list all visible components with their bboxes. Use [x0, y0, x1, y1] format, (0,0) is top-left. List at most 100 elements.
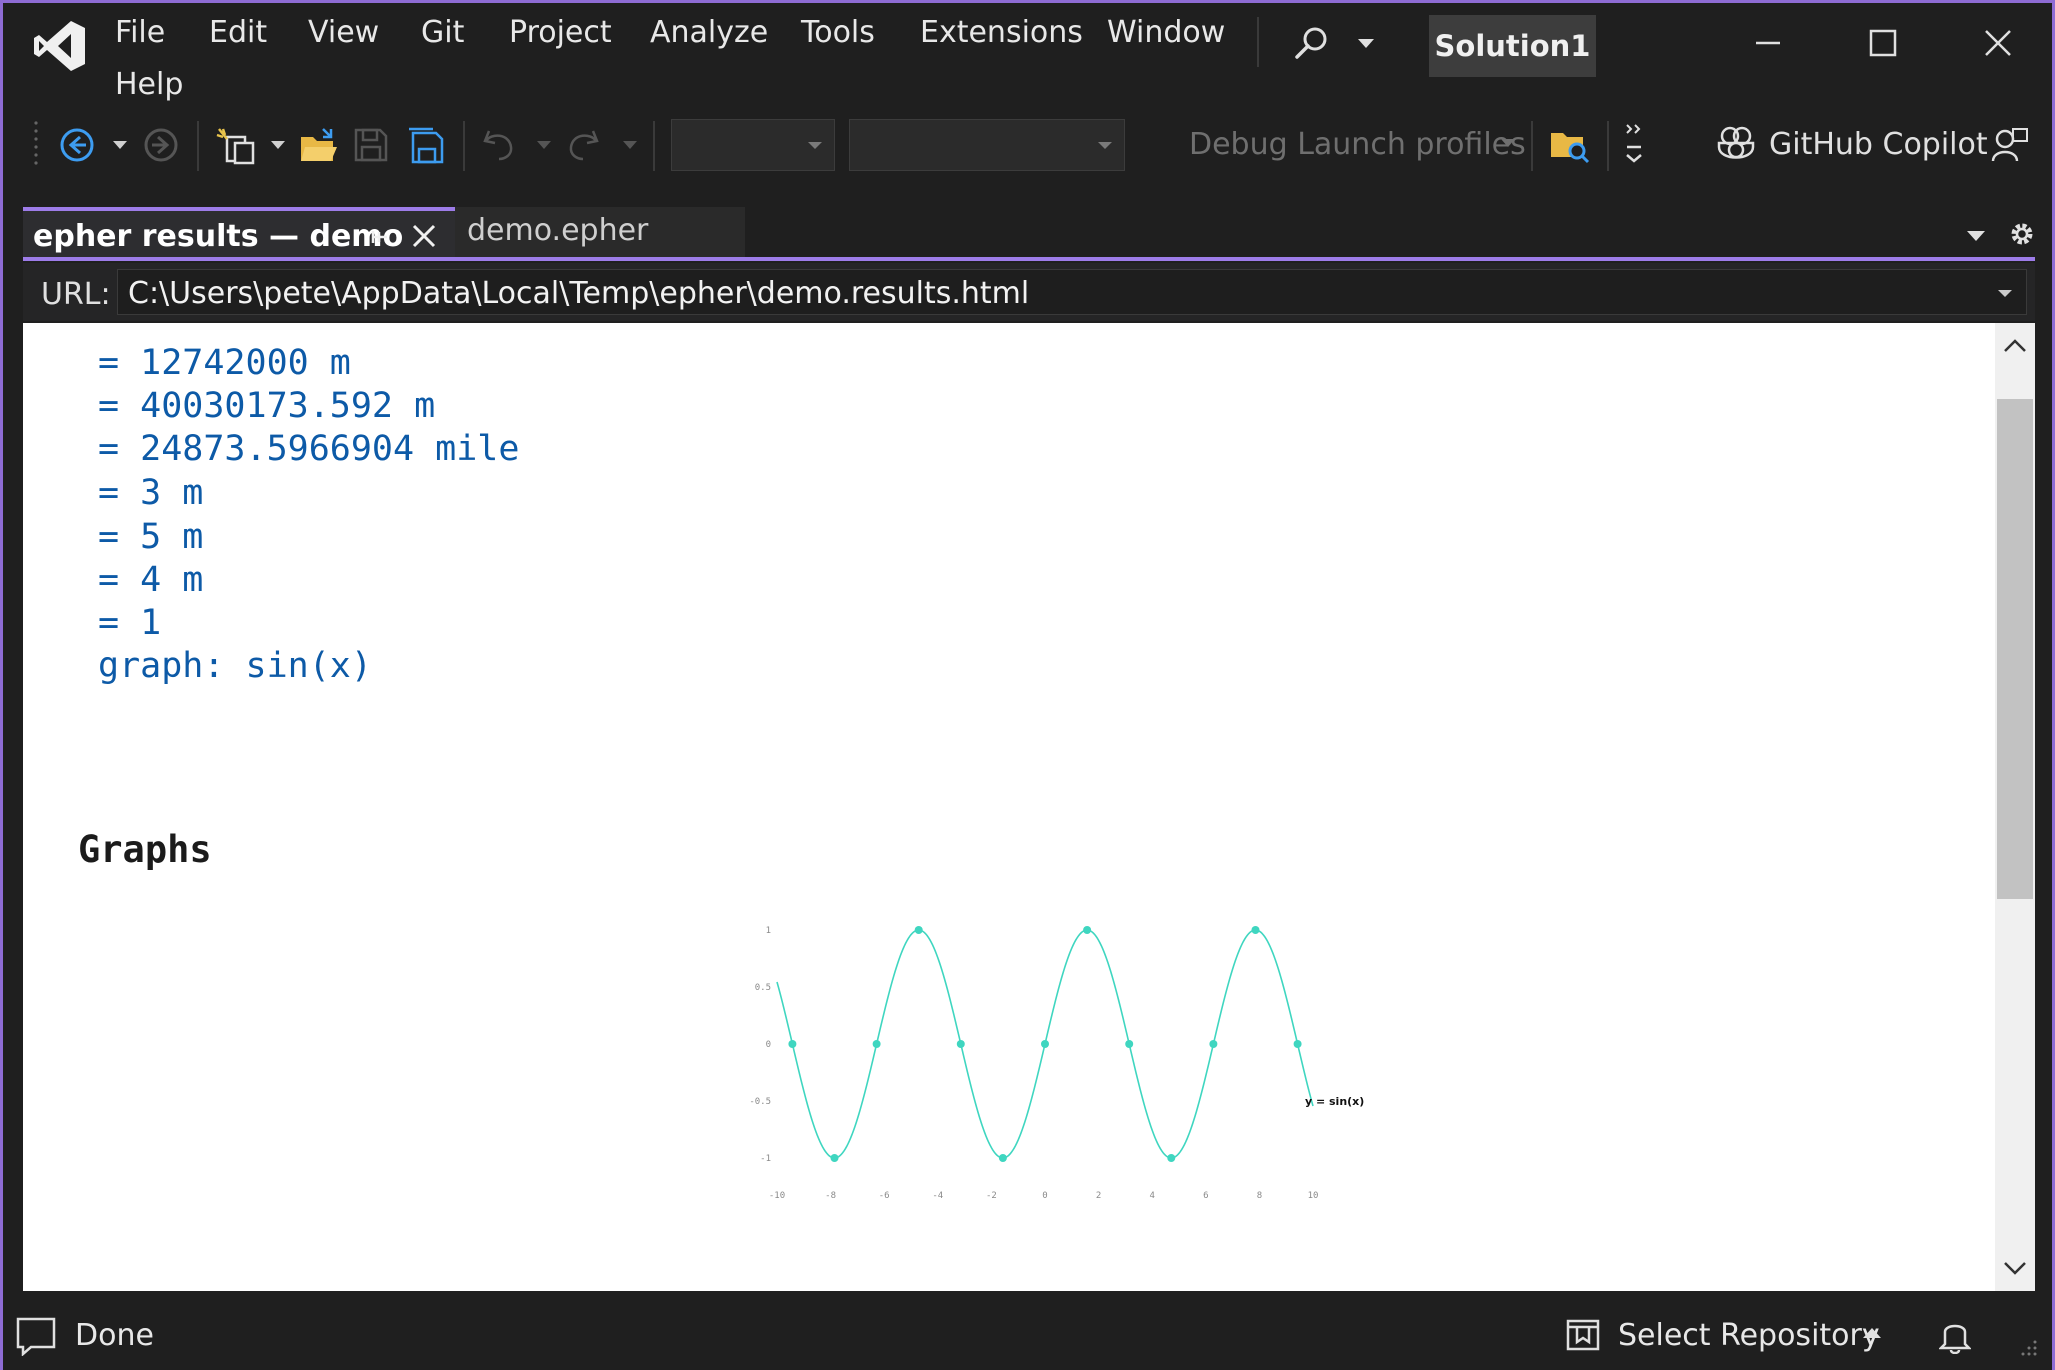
menu-view[interactable]: View	[308, 15, 379, 50]
result-line: = 40030173.592 m	[98, 386, 436, 426]
tab-demo-epher[interactable]: demo.epher	[455, 207, 745, 259]
save-all-icon[interactable]	[407, 127, 445, 165]
data-point	[1125, 1040, 1134, 1048]
data-point	[1209, 1040, 1218, 1048]
menu-extensions[interactable]: Extensions	[920, 15, 1083, 50]
output-status-icon[interactable]	[15, 1316, 57, 1356]
chevron-down-icon[interactable]	[271, 141, 285, 150]
undo-icon[interactable]	[481, 127, 517, 163]
chevron-down-icon[interactable]	[1998, 290, 2012, 297]
new-project-icon[interactable]	[215, 127, 259, 167]
menu-project[interactable]: Project	[509, 15, 612, 50]
chevron-up-icon[interactable]	[1863, 1328, 1881, 1339]
scroll-down-icon[interactable]	[2003, 1261, 2027, 1277]
search-icon[interactable]	[1291, 23, 1331, 63]
x-tick-label: -2	[986, 1191, 997, 1201]
platform-combo[interactable]	[849, 119, 1125, 171]
x-tick-label: 6	[1203, 1191, 1208, 1201]
result-line: = 12742000 m	[98, 343, 351, 383]
tab-accent-line	[23, 257, 2035, 261]
y-tick-label: -1	[760, 1154, 771, 1164]
copilot-icon[interactable]	[1715, 125, 1757, 165]
notifications-bell-icon[interactable]	[1939, 1316, 1971, 1354]
chevron-down-icon	[1098, 142, 1112, 149]
menu-git[interactable]: Git	[421, 15, 464, 50]
result-line: = 3 m	[98, 473, 204, 513]
tab-list-dropdown-icon[interactable]	[1967, 231, 1985, 242]
navigate-back-icon[interactable]	[59, 127, 95, 163]
y-axis-ticks: 1 0.5 0 -0.5 -1	[749, 926, 771, 1164]
url-label: URL:	[41, 277, 111, 312]
debug-launch-profiles-button[interactable]: Debug Launch profiles	[1189, 127, 1526, 162]
tab-label: epher results — demo	[33, 219, 404, 254]
x-tick-label: -6	[879, 1191, 890, 1201]
scrollbar-thumb[interactable]	[1997, 399, 2033, 899]
x-tick-label: -8	[825, 1191, 836, 1201]
legend-label: y = sin(x)	[1305, 1095, 1364, 1108]
url-input[interactable]: C:\Users\pete\AppData\Local\Temp\epher\d…	[117, 269, 2027, 315]
x-tick-label: -10	[769, 1191, 785, 1201]
redo-icon[interactable]	[565, 127, 601, 163]
maximize-icon[interactable]	[1863, 23, 1903, 63]
url-value: C:\Users\pete\AppData\Local\Temp\epher\d…	[128, 276, 1030, 311]
chevron-down-icon[interactable]	[113, 141, 127, 150]
minimize-icon[interactable]	[1748, 23, 1788, 63]
select-repository-button[interactable]: Select Repository	[1618, 1318, 1880, 1353]
data-point	[914, 926, 923, 934]
toolbar-separator	[463, 121, 465, 171]
chevron-down-icon[interactable]	[537, 141, 551, 150]
tab-epher-results[interactable]: epher results — demo	[23, 207, 455, 259]
data-point	[1167, 1154, 1176, 1162]
menu-window[interactable]: Window	[1107, 15, 1225, 50]
status-text: Done	[75, 1318, 154, 1353]
navigate-forward-icon[interactable]	[143, 127, 179, 163]
graphs-heading: Graphs	[78, 828, 212, 871]
result-line: = 5 m	[98, 517, 204, 557]
x-tick-label: 2	[1096, 1191, 1101, 1201]
chevron-down-icon[interactable]	[1358, 39, 1374, 49]
results-browser-view: = 12742000 m = 40030173.592 m = 24873.59…	[23, 323, 1995, 1291]
pin-icon[interactable]	[367, 225, 391, 249]
find-in-files-icon[interactable]	[1549, 125, 1591, 165]
menu-help[interactable]: Help	[115, 67, 183, 102]
close-icon[interactable]	[1978, 23, 2018, 63]
marked-points	[788, 926, 1302, 1162]
save-icon[interactable]	[353, 127, 389, 163]
vertical-scrollbar[interactable]	[1995, 323, 2035, 1291]
data-point	[872, 1040, 881, 1048]
chevron-down-icon[interactable]	[1501, 139, 1515, 148]
toolbar-separator	[1531, 121, 1533, 171]
menu-separator	[1257, 17, 1259, 67]
toolbar-grip-icon[interactable]	[33, 119, 43, 165]
status-bar: Done Select Repository	[3, 1298, 2052, 1370]
toolbar-overflow-icon[interactable]	[1623, 121, 1645, 169]
chevron-down-icon	[808, 142, 822, 149]
solution-name-badge[interactable]: Solution1	[1429, 15, 1596, 77]
x-tick-label: 4	[1149, 1191, 1154, 1201]
data-point	[956, 1040, 965, 1048]
result-line: = 1	[98, 603, 162, 643]
toolbar-separator	[197, 121, 199, 171]
menu-analyze[interactable]: Analyze	[650, 15, 768, 50]
data-point	[1041, 1040, 1049, 1048]
repository-icon[interactable]	[1565, 1316, 1601, 1352]
menu-file[interactable]: File	[115, 15, 165, 50]
result-line: graph: sin(x)	[98, 646, 372, 686]
settings-gear-icon[interactable]	[2007, 219, 2037, 249]
menu-tools[interactable]: Tools	[801, 15, 875, 50]
feedback-icon[interactable]	[1991, 125, 2029, 165]
y-tick-label: 0	[766, 1040, 771, 1050]
close-tab-icon[interactable]	[411, 223, 437, 249]
data-point	[830, 1154, 839, 1162]
y-tick-label: -0.5	[749, 1097, 771, 1107]
chevron-down-icon[interactable]	[623, 141, 637, 150]
open-folder-icon[interactable]	[299, 127, 339, 165]
resize-grip-icon[interactable]	[2017, 1338, 2039, 1360]
visual-studio-logo-icon	[34, 21, 85, 71]
visual-studio-window: File Edit View Git Project Analyze Tools…	[0, 0, 2055, 1370]
configuration-combo[interactable]	[671, 119, 835, 171]
github-copilot-button[interactable]: GitHub Copilot	[1769, 127, 1988, 162]
y-tick-label: 0.5	[755, 983, 771, 993]
menu-edit[interactable]: Edit	[209, 15, 267, 50]
scroll-up-icon[interactable]	[2003, 337, 2027, 353]
